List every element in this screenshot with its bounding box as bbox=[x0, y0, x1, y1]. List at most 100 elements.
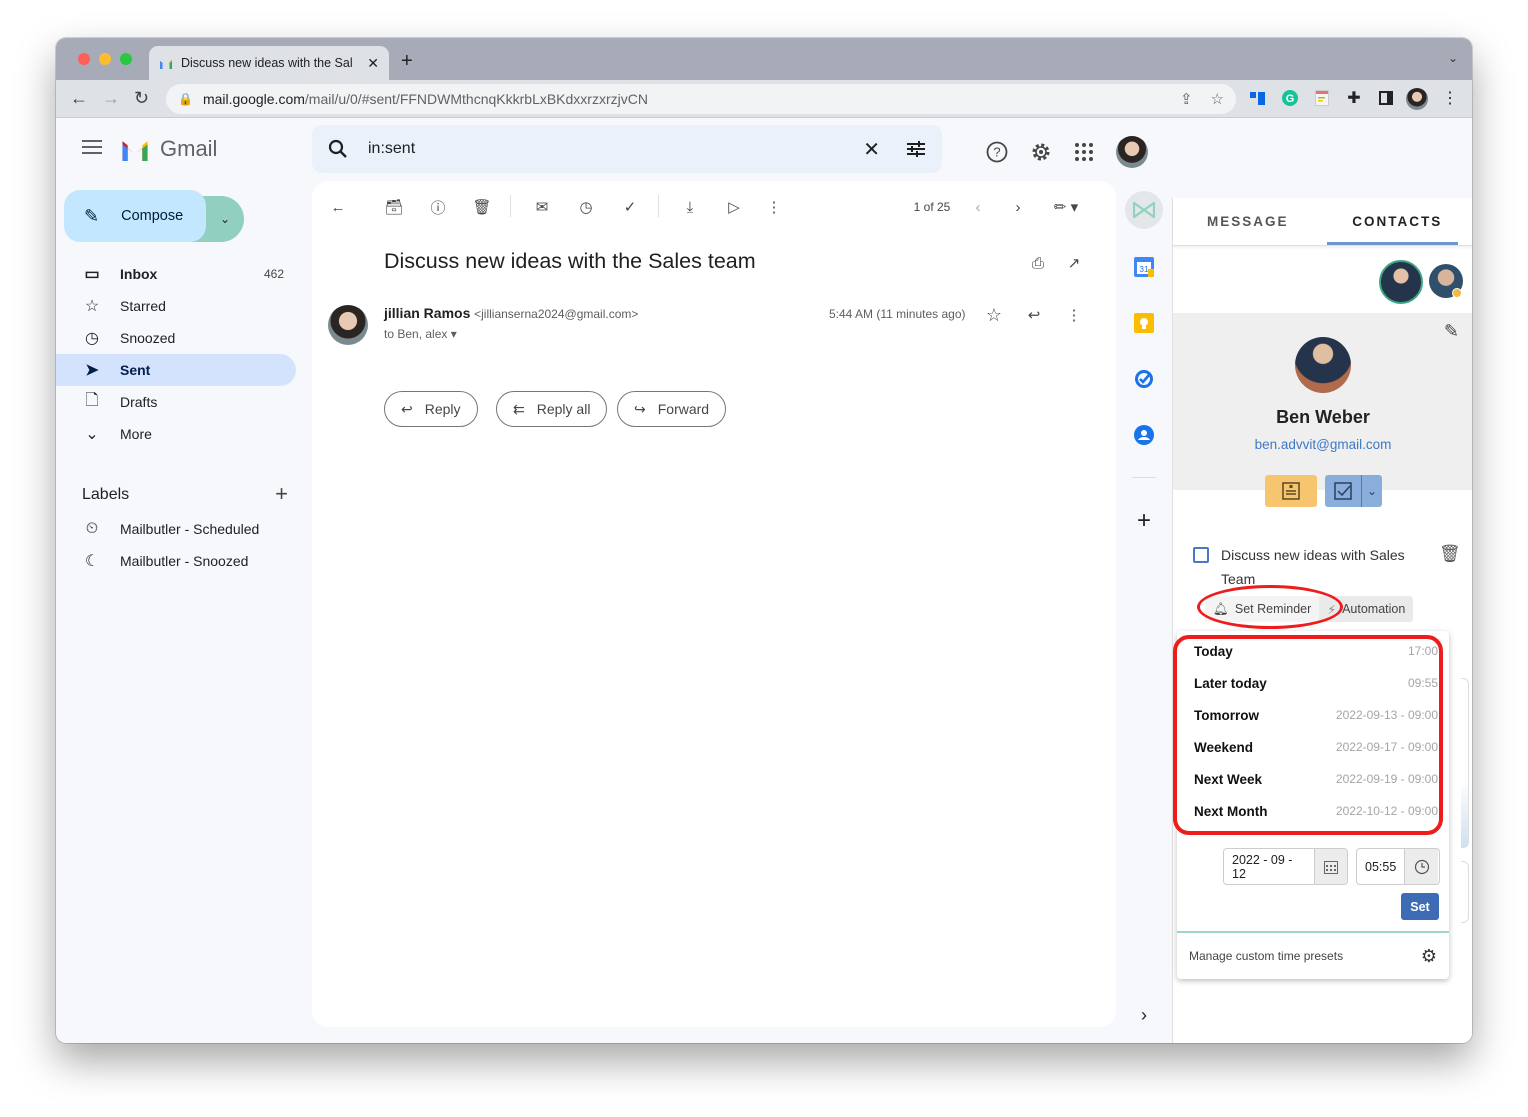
browser-window: Discuss new ideas with the Sal ✕ + ⌄ ← →… bbox=[56, 38, 1472, 1043]
extensions-puzzle-icon[interactable]: ✚ bbox=[1344, 87, 1364, 109]
delete-task-icon[interactable]: 🗑 bbox=[1439, 544, 1461, 564]
edit-contact-icon[interactable]: ✎ bbox=[1444, 321, 1459, 342]
sidebar-item-inbox[interactable]: ▭ Inbox 462 bbox=[56, 258, 296, 290]
notes-extension-icon[interactable] bbox=[1312, 87, 1332, 109]
tasks-icon[interactable] bbox=[1128, 363, 1160, 395]
search-input[interactable]: in:sent bbox=[368, 140, 863, 158]
date-input[interactable]: 2022 - 09 - 12 bbox=[1223, 848, 1348, 885]
side-panel-icon[interactable] bbox=[1376, 87, 1396, 109]
report-spam-icon[interactable]: ⓘ bbox=[426, 195, 450, 219]
back-to-list-icon[interactable]: ← bbox=[326, 195, 350, 219]
grammarly-extension-icon[interactable]: G bbox=[1280, 87, 1300, 109]
get-addons-icon[interactable]: + bbox=[1128, 505, 1160, 537]
moon-icon: ☾ bbox=[84, 553, 100, 570]
gmail-logo[interactable]: Gmail bbox=[120, 136, 217, 162]
reply-button[interactable]: ↩ Reply bbox=[384, 391, 478, 427]
task-dropdown-icon[interactable]: ⌄ bbox=[1362, 484, 1382, 498]
time-input[interactable]: 05:55 bbox=[1356, 848, 1440, 885]
newer-icon[interactable]: ‹ bbox=[966, 195, 990, 219]
snooze-icon[interactable]: ◷ bbox=[574, 195, 598, 219]
recipients[interactable]: to Ben, alex ▾ bbox=[384, 327, 457, 341]
manage-presets-row[interactable]: Manage custom time presets ⚙ bbox=[1177, 931, 1449, 979]
mark-unread-icon[interactable]: ✉ bbox=[530, 195, 554, 219]
toolbar-divider bbox=[658, 195, 659, 217]
sidebar-item-sent[interactable]: ➤ Sent bbox=[56, 354, 296, 386]
bookmark-star-icon[interactable]: ☆ bbox=[1211, 90, 1224, 108]
print-icon[interactable]: ⎙ bbox=[1026, 251, 1050, 275]
sidebar-item-snoozed[interactable]: ◷ Snoozed bbox=[56, 322, 296, 354]
forward-icon[interactable]: → bbox=[102, 88, 120, 109]
sender-avatar[interactable] bbox=[328, 305, 368, 345]
add-label-icon[interactable]: + bbox=[275, 483, 288, 505]
minimize-window-button[interactable] bbox=[99, 53, 111, 65]
older-icon[interactable]: › bbox=[1006, 195, 1030, 219]
contacts-icon[interactable] bbox=[1128, 419, 1160, 451]
label-item-snoozed[interactable]: ☾ Mailbutler - Snoozed bbox=[56, 545, 296, 577]
google-apps-icon[interactable] bbox=[1074, 142, 1094, 162]
task-title[interactable]: Discuss new ideas with Sales Team bbox=[1221, 547, 1405, 587]
forward-button[interactable]: ↪ Forward bbox=[617, 391, 727, 427]
contact-name: Ben Weber bbox=[1276, 407, 1370, 427]
delete-icon[interactable]: 🗑 bbox=[470, 195, 494, 219]
sidebar-item-more[interactable]: ⌄ More bbox=[56, 418, 296, 450]
clock-picker-icon[interactable] bbox=[1404, 849, 1439, 884]
contact-notes-button[interactable] bbox=[1265, 475, 1317, 507]
highlight-box bbox=[1173, 635, 1443, 835]
task-item: Discuss new ideas with Sales Team bbox=[1193, 543, 1423, 591]
search-icon[interactable] bbox=[328, 139, 348, 159]
date-value: 2022 - 09 - 12 bbox=[1232, 852, 1293, 881]
show-details-icon[interactable]: ▾ bbox=[451, 327, 457, 341]
more-options-icon[interactable]: ⋮ bbox=[762, 195, 786, 219]
set-reminder-confirm-button[interactable]: Set bbox=[1401, 893, 1439, 920]
tab-message[interactable]: MESSAGE bbox=[1173, 198, 1323, 245]
maximize-window-button[interactable] bbox=[120, 53, 132, 65]
calendar-icon[interactable]: 31 bbox=[1128, 251, 1160, 283]
clock-icon: ◷ bbox=[85, 330, 99, 347]
gear-icon[interactable]: ⚙ bbox=[1421, 946, 1437, 967]
search-bar[interactable]: in:sent ✕ bbox=[312, 125, 942, 173]
mailbutler-addon-icon[interactable] bbox=[1125, 191, 1163, 229]
sidebar-item-drafts[interactable]: 🗋 Drafts bbox=[56, 386, 296, 418]
share-icon[interactable]: ⇪ bbox=[1180, 90, 1193, 108]
account-avatar[interactable] bbox=[1116, 136, 1148, 168]
open-new-window-icon[interactable]: ↗ bbox=[1062, 251, 1086, 275]
reply-all-button[interactable]: ⇇ Reply all bbox=[496, 391, 608, 427]
settings-gear-icon[interactable] bbox=[1030, 141, 1052, 163]
help-icon[interactable]: ? bbox=[986, 141, 1008, 163]
keep-icon[interactable] bbox=[1128, 307, 1160, 339]
labels-heading: Labels bbox=[82, 486, 130, 503]
trello-extension-icon[interactable] bbox=[1248, 87, 1268, 109]
move-to-icon[interactable]: ⤓ bbox=[678, 195, 702, 219]
archive-icon[interactable]: 🗃 bbox=[382, 195, 406, 219]
close-window-button[interactable] bbox=[78, 53, 90, 65]
expand-panel-icon[interactable]: › bbox=[1128, 999, 1160, 1031]
add-task-icon[interactable]: ✓ bbox=[618, 195, 642, 219]
tab-search-chevron-icon[interactable]: ⌄ bbox=[1448, 51, 1458, 65]
sidebar-item-starred[interactable]: ☆ Starred bbox=[56, 290, 296, 322]
contact-email[interactable]: ben.advvit@gmail.com bbox=[1173, 437, 1472, 452]
task-checkbox[interactable] bbox=[1193, 547, 1209, 563]
close-tab-icon[interactable]: ✕ bbox=[367, 55, 379, 72]
browser-tab[interactable]: Discuss new ideas with the Sal ✕ bbox=[149, 46, 389, 80]
add-task-button[interactable]: ⌄ bbox=[1325, 475, 1382, 507]
star-email-icon[interactable]: ☆ bbox=[982, 303, 1006, 327]
url-field[interactable]: 🔒 mail.google.com/mail/u/0/#sent/FFNDWMt… bbox=[166, 84, 1236, 114]
compose-button[interactable]: ✎ Compose bbox=[64, 190, 206, 242]
calendar-picker-icon[interactable] bbox=[1314, 849, 1347, 884]
new-tab-button[interactable]: + bbox=[401, 50, 413, 73]
browser-profile-avatar[interactable] bbox=[1406, 88, 1428, 110]
back-icon[interactable]: ← bbox=[70, 88, 88, 109]
sender-name[interactable]: jillian Ramos bbox=[384, 305, 470, 321]
search-options-icon[interactable] bbox=[906, 140, 926, 158]
browser-menu-icon[interactable]: ⋮ bbox=[1440, 87, 1460, 109]
tab-contacts[interactable]: CONTACTS bbox=[1323, 198, 1473, 245]
label-icon[interactable]: ▷ bbox=[722, 195, 746, 219]
reply-icon[interactable]: ↩ bbox=[1022, 303, 1046, 327]
clear-search-icon[interactable]: ✕ bbox=[863, 137, 880, 162]
label-item-scheduled[interactable]: ⏲ Mailbutler - Scheduled bbox=[56, 513, 296, 545]
contact-avatar-selected[interactable] bbox=[1379, 260, 1423, 304]
input-tools-icon[interactable]: ✏ ▾ bbox=[1046, 195, 1086, 219]
message-more-icon[interactable]: ⋮ bbox=[1062, 303, 1086, 327]
main-menu-icon[interactable] bbox=[82, 140, 102, 158]
reload-icon[interactable]: ↻ bbox=[134, 88, 149, 109]
